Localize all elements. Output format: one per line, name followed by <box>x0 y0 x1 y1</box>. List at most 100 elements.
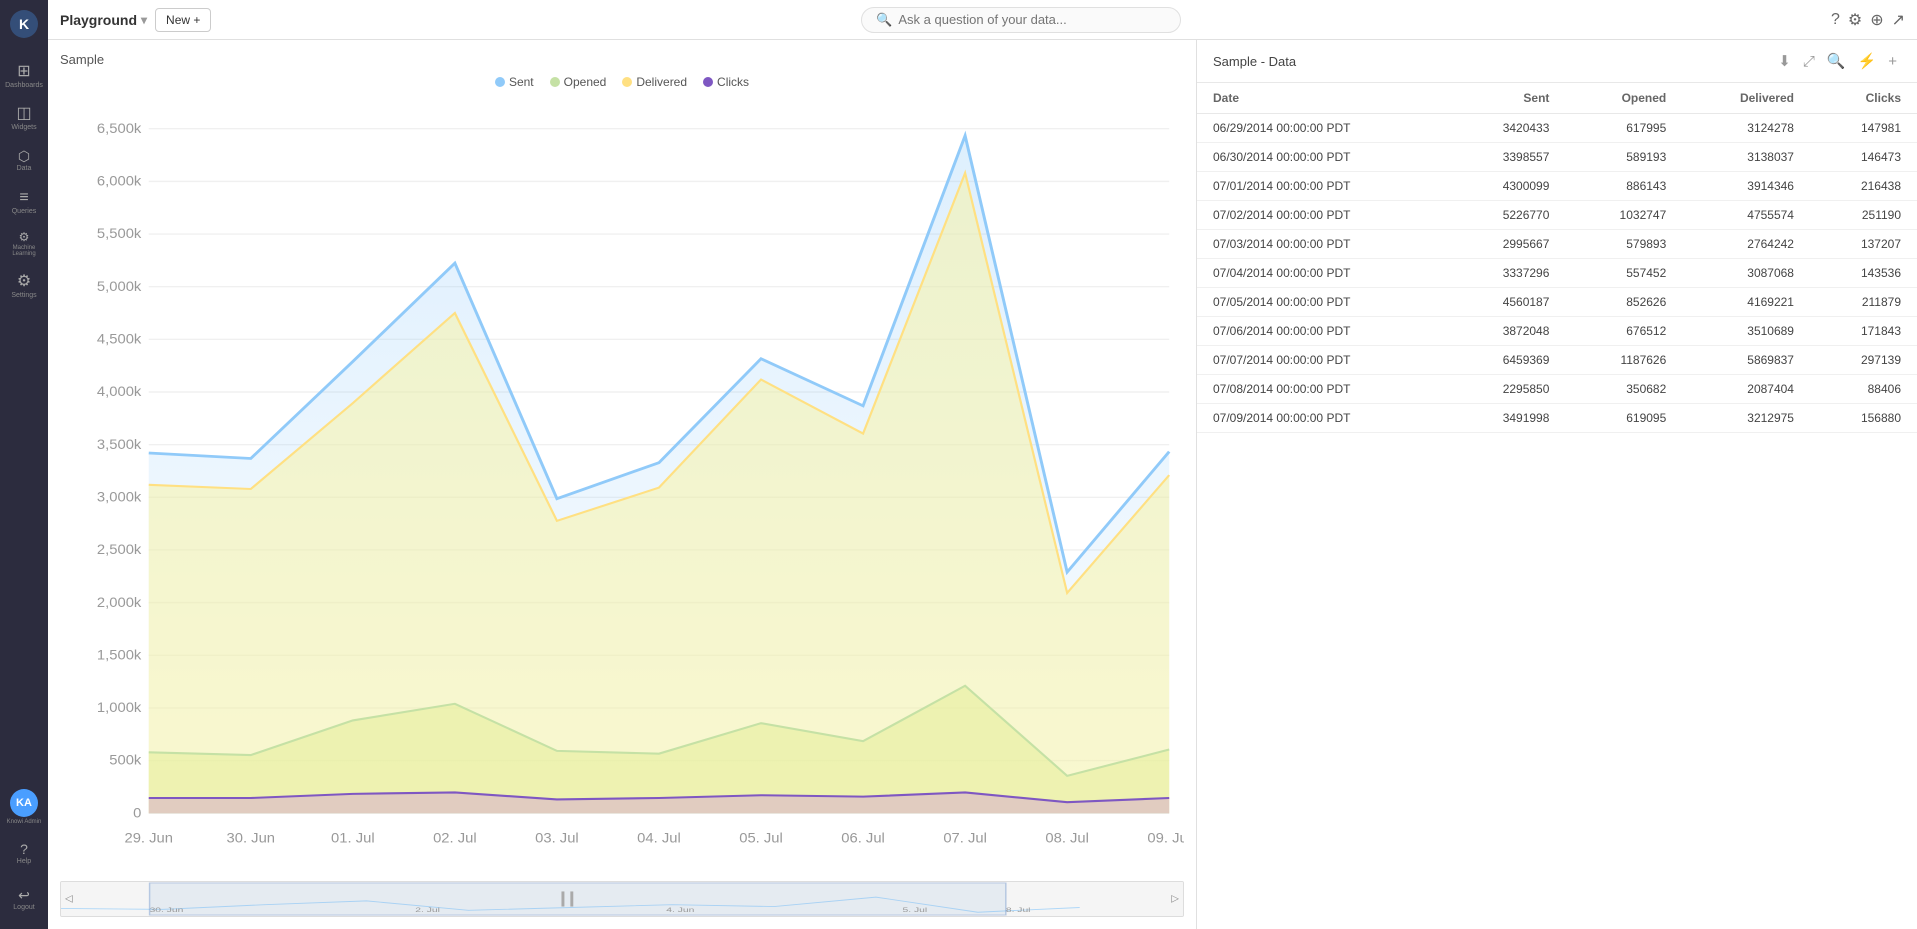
settings-button[interactable]: ⚙ <box>1848 10 1862 30</box>
chart-panel: Sample Sent Opened Delivered Clicks <box>48 40 1197 929</box>
table-cell-0: 06/29/2014 00:00:00 PDT <box>1197 114 1449 143</box>
sidebar-item-user[interactable]: KA Knowi Admin <box>4 787 44 827</box>
search-data-button[interactable]: 🔍 <box>1823 50 1850 72</box>
expand-data-button[interactable]: ⤢ <box>1799 50 1819 72</box>
sidebar-item-dashboards[interactable]: ⊞ Dashboards <box>4 56 44 96</box>
col-header-date: Date <box>1197 83 1449 114</box>
ml-icon: ⚙ <box>19 231 30 243</box>
filter-data-button[interactable]: ⚡ <box>1854 50 1881 72</box>
content-area: Sample Sent Opened Delivered Clicks <box>48 40 1917 929</box>
svg-text:03. Jul: 03. Jul <box>535 831 579 846</box>
search-field-wrapper: 🔍 <box>861 7 1181 33</box>
table-cell-1: 4560187 <box>1449 288 1566 317</box>
svg-text:1,000k: 1,000k <box>97 700 142 715</box>
table-cell-0: 07/01/2014 00:00:00 PDT <box>1197 172 1449 201</box>
help-icon: ? <box>20 842 28 856</box>
data-icon: ⬡ <box>18 149 30 163</box>
table-cell-4: 251190 <box>1810 201 1917 230</box>
table-row: 07/07/2014 00:00:00 PDT64593691187626586… <box>1197 346 1917 375</box>
table-cell-4: 147981 <box>1810 114 1917 143</box>
new-button-label: New + <box>166 13 200 27</box>
legend-label-opened: Opened <box>564 75 607 89</box>
svg-text:30. Jun: 30. Jun <box>227 831 276 846</box>
minimap-left-arrow[interactable]: ◁ <box>65 894 73 905</box>
new-button[interactable]: New + <box>155 8 211 32</box>
sidebar-item-widgets[interactable]: ◫ Widgets <box>4 98 44 138</box>
svg-text:04. Jul: 04. Jul <box>637 831 681 846</box>
help-button[interactable]: ? <box>1831 11 1840 29</box>
svg-text:4,500k: 4,500k <box>97 332 142 347</box>
table-cell-2: 886143 <box>1565 172 1682 201</box>
table-cell-1: 2295850 <box>1449 375 1566 404</box>
table-cell-4: 146473 <box>1810 143 1917 172</box>
sidebar-label-help: Help <box>17 858 31 865</box>
svg-text:07. Jul: 07. Jul <box>943 831 987 846</box>
svg-text:29. Jun: 29. Jun <box>124 831 173 846</box>
table-cell-2: 619095 <box>1565 404 1682 433</box>
data-panel-actions: ⬇ ⤢ 🔍 ⚡ + <box>1774 50 1901 72</box>
sidebar-label-data: Data <box>17 165 32 172</box>
sidebar-item-logout[interactable]: ↩ Logout <box>4 879 44 919</box>
table-cell-4: 156880 <box>1810 404 1917 433</box>
sidebar-label-settings: Settings <box>11 292 36 299</box>
sidebar-item-queries[interactable]: ≡ Queries <box>4 182 44 222</box>
sidebar-item-ml[interactable]: ⚙ Machine Learning <box>4 224 44 264</box>
table-row: 07/05/2014 00:00:00 PDT45601878526264169… <box>1197 288 1917 317</box>
table-cell-1: 3872048 <box>1449 317 1566 346</box>
search-input[interactable] <box>898 12 1166 27</box>
sidebar-item-data[interactable]: ⬡ Data <box>4 140 44 180</box>
table-cell-2: 676512 <box>1565 317 1682 346</box>
app-logo[interactable]: K <box>8 8 40 40</box>
more-data-button[interactable]: + <box>1884 50 1901 72</box>
svg-text:2,000k: 2,000k <box>97 595 142 610</box>
svg-text:09. Jul: 09. Jul <box>1147 831 1184 846</box>
table-cell-2: 852626 <box>1565 288 1682 317</box>
table-row: 07/08/2014 00:00:00 PDT22958503506822087… <box>1197 375 1917 404</box>
svg-text:5,500k: 5,500k <box>97 227 142 242</box>
table-cell-3: 2764242 <box>1682 230 1810 259</box>
sidebar-item-help[interactable]: ? Help <box>4 833 44 873</box>
sidebar-item-settings[interactable]: ⚙ Settings <box>4 266 44 306</box>
download-button[interactable]: ⬇ <box>1774 50 1795 72</box>
table-cell-0: 07/06/2014 00:00:00 PDT <box>1197 317 1449 346</box>
delivered-area <box>149 173 1169 813</box>
table-cell-1: 3420433 <box>1449 114 1566 143</box>
svg-text:5. Jul: 5. Jul <box>903 906 928 914</box>
minimap-right-arrow[interactable]: ▷ <box>1171 894 1179 905</box>
svg-text:6,500k: 6,500k <box>97 121 142 136</box>
col-header-sent: Sent <box>1449 83 1566 114</box>
table-cell-0: 07/03/2014 00:00:00 PDT <box>1197 230 1449 259</box>
table-cell-1: 4300099 <box>1449 172 1566 201</box>
search-container: 🔍 <box>219 7 1823 33</box>
table-row: 07/09/2014 00:00:00 PDT34919986190953212… <box>1197 404 1917 433</box>
legend-dot-delivered <box>622 77 632 87</box>
svg-text:3,500k: 3,500k <box>97 437 142 452</box>
table-cell-0: 06/30/2014 00:00:00 PDT <box>1197 143 1449 172</box>
table-cell-4: 171843 <box>1810 317 1917 346</box>
table-cell-4: 88406 <box>1810 375 1917 404</box>
table-cell-4: 137207 <box>1810 230 1917 259</box>
svg-text:02. Jul: 02. Jul <box>433 831 477 846</box>
legend-clicks: Clicks <box>703 75 749 89</box>
sidebar-label-dashboards: Dashboards <box>5 82 43 89</box>
chart-minimap[interactable]: 30. Jun 2. Jul 4. Jun 5. Jul 8. Jul ◁ ▷ <box>60 881 1184 917</box>
share-button[interactable]: ↗ <box>1892 10 1905 30</box>
table-cell-3: 5869837 <box>1682 346 1810 375</box>
chart-svg: 6,500k 6,000k 5,500k 5,000k 4,500k 4,000… <box>60 101 1184 877</box>
svg-text:8. Jul: 8. Jul <box>1006 906 1031 914</box>
table-row: 07/04/2014 00:00:00 PDT33372965574523087… <box>1197 259 1917 288</box>
table-cell-3: 3914346 <box>1682 172 1810 201</box>
table-cell-2: 589193 <box>1565 143 1682 172</box>
legend-opened: Opened <box>550 75 607 89</box>
logout-icon: ↩ <box>18 888 30 902</box>
expand-button[interactable]: ⊕ <box>1870 10 1883 30</box>
svg-text:2,500k: 2,500k <box>97 543 142 558</box>
svg-text:0: 0 <box>133 806 141 821</box>
table-cell-1: 3491998 <box>1449 404 1566 433</box>
widgets-icon: ◫ <box>16 106 31 122</box>
table-cell-0: 07/09/2014 00:00:00 PDT <box>1197 404 1449 433</box>
table-cell-1: 2995667 <box>1449 230 1566 259</box>
table-header-row: Date Sent Opened Delivered Clicks <box>1197 83 1917 114</box>
table-cell-2: 1032747 <box>1565 201 1682 230</box>
chart-area: 6,500k 6,000k 5,500k 5,000k 4,500k 4,000… <box>60 101 1184 877</box>
